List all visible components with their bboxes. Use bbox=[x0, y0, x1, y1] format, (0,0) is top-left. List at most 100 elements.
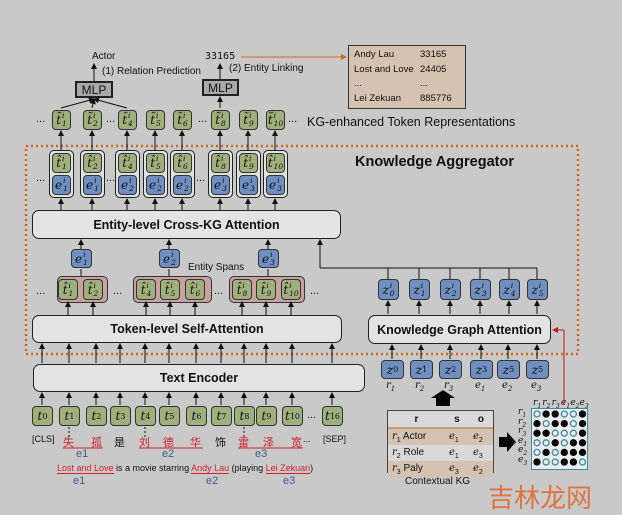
input-char: [CLS] bbox=[32, 434, 55, 444]
kg-node-input: z0 bbox=[381, 360, 404, 379]
aggregated-entity: ei2 bbox=[146, 175, 165, 195]
sentence-entity-label: e2 bbox=[206, 475, 219, 487]
char-entity-label: e2 bbox=[162, 448, 175, 460]
ellipsis: ... bbox=[36, 285, 46, 297]
kg-node-input: z5 bbox=[526, 360, 549, 379]
input-token: t2 bbox=[86, 406, 107, 426]
kg-enhanced-label: KG-enhanced Token Representations bbox=[307, 115, 516, 129]
input-token: t 10 bbox=[282, 406, 303, 426]
input-char: 雷 bbox=[238, 437, 249, 449]
token-self-attention: Token-level Self-Attention bbox=[32, 315, 342, 343]
contextual-kg-caption: Contextual KG bbox=[405, 476, 471, 487]
kg-node-input: z2 bbox=[439, 360, 462, 379]
span-token: t̂ i 6 bbox=[185, 279, 205, 300]
kg-node-input: z1 bbox=[410, 360, 433, 379]
entity-id: 24405 bbox=[420, 63, 447, 75]
aggregated-token: t̂ i 2 bbox=[83, 153, 102, 173]
text-encoder: Text Encoder bbox=[33, 364, 365, 392]
input-char: 华 bbox=[190, 437, 201, 449]
watermark: 吉林龙网 bbox=[488, 483, 593, 513]
input-token: t3 bbox=[110, 406, 131, 426]
kg-enhanced-token: t̃ i 8 bbox=[211, 110, 230, 130]
entity-name: Lost and Love bbox=[354, 63, 414, 75]
span-token: t̂ i 1 bbox=[58, 279, 78, 300]
example-sentence: Lost and Love is a movie starring Andy L… bbox=[57, 463, 314, 474]
input-char: ... bbox=[303, 434, 311, 444]
input-token: t 16 bbox=[322, 406, 343, 426]
span-entity: ei2 bbox=[159, 249, 180, 268]
span-token: t̂ i 9 bbox=[256, 279, 276, 300]
aggregated-entity: ei3 bbox=[211, 175, 230, 195]
entity-name: Lei Zekuan bbox=[354, 92, 402, 104]
input-char: 是 bbox=[114, 437, 125, 449]
aggregator-title: Knowledge Aggregator bbox=[355, 154, 514, 170]
span-token: t̂ i 2 bbox=[83, 279, 103, 300]
sentence-text: is a movie starring bbox=[113, 463, 192, 473]
ellipsis: ... bbox=[288, 113, 298, 125]
kg-node-output: zi4 bbox=[499, 279, 520, 300]
kg-node-input: z5 bbox=[497, 360, 520, 379]
kg-enhanced-token: t̃ i 4 bbox=[118, 110, 137, 130]
entity-table-row: Lei Zekuan 885776 bbox=[354, 93, 460, 108]
kg-node-input: z3 bbox=[470, 360, 493, 379]
kg-model-diagram: Actor (1) Relation Prediction MLP 33165 … bbox=[0, 0, 622, 514]
contextual-kg-table: r s o r1 Actor e1 e2 r2 Role e1 e3 r3 Paly e3 e2 bbox=[387, 410, 494, 477]
input-token: t1 bbox=[59, 406, 80, 426]
aggregated-entity: ei2 bbox=[173, 175, 192, 195]
kg-node-label: r3 bbox=[444, 380, 454, 393]
ellipsis: ... bbox=[36, 172, 46, 184]
ellipsis: ... bbox=[198, 113, 208, 125]
aggregated-token: t̂ i 5 bbox=[146, 153, 165, 173]
entity-table-row: ...... bbox=[354, 78, 460, 93]
aggregated-token: t̂ i 6 bbox=[173, 153, 192, 173]
relation-mlp: MLP bbox=[75, 81, 113, 98]
input-char: 饰 bbox=[215, 437, 226, 449]
sentence-entity: Lost and Love bbox=[57, 463, 114, 474]
to-matrix-arrow-icon bbox=[499, 432, 516, 452]
kg-node-label: e1 bbox=[475, 380, 486, 393]
entity-name: Andy Lau bbox=[354, 49, 395, 60]
matrix-col-label: e2 bbox=[570, 398, 580, 410]
kg-node-output: zi3 bbox=[470, 279, 491, 300]
mlp-input-arrow bbox=[60, 97, 95, 109]
span-entity: ei3 bbox=[258, 249, 279, 268]
entity-spans-label: Entity Spans bbox=[188, 262, 245, 273]
entity-id: 33165 bbox=[420, 49, 447, 60]
aggregated-token: t̂ i 4 bbox=[118, 153, 137, 173]
sentence-entity-label: e1 bbox=[73, 475, 86, 487]
char-entity-label: e1 bbox=[76, 448, 89, 460]
kg-enhanced-token: t̃ i 6 bbox=[173, 110, 192, 130]
sentence-entity: Andy Lau bbox=[191, 463, 230, 474]
matrix-row-label: e3 bbox=[518, 455, 528, 467]
input-token: t0 bbox=[32, 406, 53, 426]
input-token: t5 bbox=[159, 406, 180, 426]
kg-enhanced-token: t̃ i 5 bbox=[146, 110, 165, 130]
span-token: t̂ i 4 bbox=[136, 279, 156, 300]
input-token: t6 bbox=[186, 406, 207, 426]
entity-id-table: Andy Lau 33165 Lost and Love 24405...... Lei… bbox=[348, 45, 466, 109]
kg-node-output: zi5 bbox=[527, 279, 548, 300]
input-token: t8 bbox=[234, 406, 255, 426]
kg-node-label: r1 bbox=[386, 380, 396, 393]
aggregated-token: t̂ i 8 bbox=[211, 153, 230, 173]
kg-node-output: zi2 bbox=[440, 279, 461, 300]
entity-linking-label: (2) Entity Linking bbox=[229, 63, 304, 74]
kg-enhanced-token: t̃ i 9 bbox=[239, 110, 258, 130]
kg-node-label: e3 bbox=[531, 380, 542, 393]
matrix-col-label: r2 bbox=[542, 398, 551, 410]
input-token: t7 bbox=[211, 406, 232, 426]
ellipsis: ... bbox=[106, 172, 116, 184]
kg-node-output: zi1 bbox=[409, 279, 430, 300]
ellipsis: ... bbox=[214, 285, 224, 297]
entity-id: 885776 bbox=[420, 92, 452, 104]
kg-enhanced-token: t̃ i 10 bbox=[266, 110, 285, 130]
mlp-input-arrow bbox=[89, 98, 96, 109]
input-char: 宽 bbox=[291, 437, 302, 449]
entity-id-output: 33165 bbox=[205, 51, 236, 62]
span-entity: ei1 bbox=[71, 249, 92, 268]
entity-table-row: Lost and Love 24405 bbox=[354, 64, 460, 79]
sentence-text: ) bbox=[310, 463, 314, 473]
kg-node-label: e2 bbox=[502, 380, 513, 393]
span-token: t̂ i 10 bbox=[281, 279, 301, 300]
relation-output: Actor bbox=[92, 51, 116, 62]
